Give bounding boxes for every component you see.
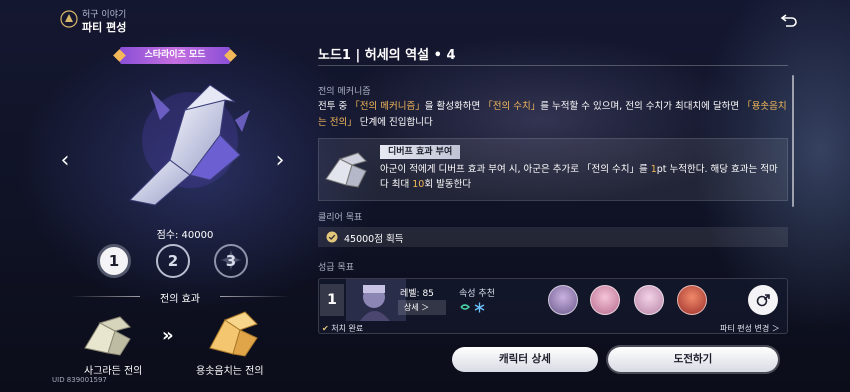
rising-spirit-bird-icon (209, 311, 258, 357)
team-avatar-3[interactable] (634, 285, 664, 315)
clear-goal-text: 45000점 획득 (344, 234, 404, 245)
swap-icon (756, 294, 770, 307)
character-detail-button[interactable]: 캐릭터 상세 (452, 347, 598, 372)
debuff-text-1: 아군이 적에게 디버프 효과 부여 시, 아군은 추가로 「전의 수치」를 (380, 164, 651, 175)
effect-heading: 전의 효과 (60, 290, 300, 305)
node-title: 노드1 | 허세의 역설 • 4 (318, 48, 456, 63)
stage-3-label: 3 (225, 252, 237, 270)
team-avatar-4[interactable] (677, 285, 707, 315)
challenge-button[interactable]: 도전하기 (608, 347, 778, 372)
check-circle-icon (326, 231, 338, 243)
kill-complete-label: 처치 완료 (331, 324, 364, 333)
debuff-description: 아군이 적에게 디버프 효과 부여 시, 아군은 추가로 「전의 수치」를 1p… (380, 162, 784, 192)
star-goal-label: 성급 목표 (318, 263, 354, 273)
ice-element-icon (474, 302, 485, 313)
stage-3-button[interactable]: 3 (214, 244, 248, 279)
debuff-text-3: 회 발동한다 (424, 179, 472, 190)
mech-text-4: 단계에 진입합니다 (356, 117, 433, 128)
prev-arrow-button[interactable]: ‹ (51, 143, 79, 177)
mechanism-description: 전투 중 「전의 메커니즘」을 활성화하면 「전의 수치」를 누적할 수 있으며… (318, 99, 788, 131)
leader-level: 레벨: 85 (400, 289, 434, 299)
clear-goal-label: 클리어 목표 (318, 213, 363, 223)
leader-portrait[interactable] (346, 279, 406, 321)
check-small-icon: ✔ (322, 324, 329, 333)
page-title: 파티 편성 (82, 21, 127, 34)
origami-bird-image (128, 84, 250, 206)
mech-highlight-2: 「전의 수치」 (483, 101, 541, 112)
leader-detail-button[interactable]: 상세 ＞ (398, 300, 446, 315)
debuff-tag: 디버프 효과 부여 (380, 145, 461, 159)
mech-text-3: 를 누적할 수 있으며, 전의 수치가 최대치에 달하면 (540, 101, 743, 112)
mechanism-label: 전의 메커니즘 (318, 87, 371, 97)
arrow-right-icon: » (162, 325, 174, 346)
next-arrow-button[interactable]: › (266, 143, 294, 177)
stage-2-button[interactable]: 2 (156, 244, 190, 278)
team-number: 1 (320, 284, 344, 316)
uid-text: UID 839001597 (52, 376, 107, 384)
wind-element-icon (460, 304, 470, 310)
debuff-highlight-2: 10 (412, 179, 425, 190)
effect-to-label: 용솟음치는 전의 (196, 366, 264, 377)
mech-text-1: 전투 중 (318, 101, 351, 112)
mech-highlight-1: 「전의 메커니즘」 (350, 101, 425, 112)
score-text: 점수: 40000 (156, 230, 214, 241)
swap-team-button[interactable] (748, 285, 778, 315)
stage-1-button[interactable]: 1 (97, 244, 131, 278)
attribute-recommend-label: 속성 추천 (459, 289, 495, 299)
feather-crest-icon (60, 10, 78, 28)
mech-text-2: 을 활성화하면 (424, 101, 484, 112)
divider (318, 65, 788, 66)
change-team-link[interactable]: 파티 편성 변경 ＞ (720, 323, 780, 334)
team-avatar-2[interactable] (590, 285, 620, 315)
mode-badge: 스타라이즈 모드 (120, 47, 230, 64)
team-avatar-1[interactable] (548, 285, 578, 315)
dim-spirit-bird-icon (84, 316, 131, 356)
bird-emblem-icon (325, 152, 367, 188)
kill-complete-status: ✔ 처치 완료 (322, 323, 363, 334)
return-arrow-icon[interactable] (780, 12, 800, 28)
scrollbar[interactable] (792, 75, 794, 207)
effect-from-label: 사그라든 전의 (84, 366, 143, 377)
